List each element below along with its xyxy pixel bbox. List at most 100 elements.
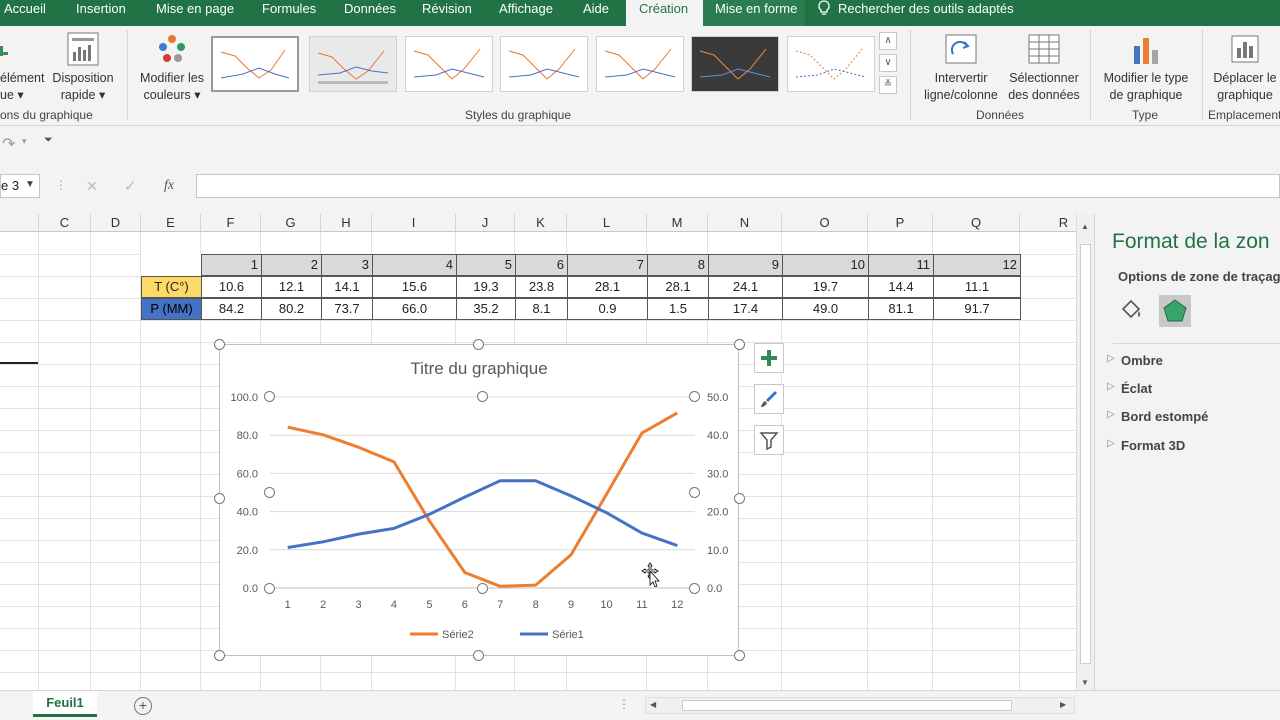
pane-subtitle[interactable]: Options de zone de traçag <box>1118 269 1280 284</box>
table-header-cell[interactable]: 9 <box>708 254 783 276</box>
table-header-cell[interactable]: 4 <box>372 254 457 276</box>
quick-layout-button[interactable]: Disposition rapide ▾ <box>50 32 116 104</box>
column-header-o[interactable]: O <box>782 214 868 232</box>
scroll-left-icon[interactable]: ◀ <box>650 700 656 709</box>
chart-resize-handle[interactable] <box>214 339 225 350</box>
fill-line-tab[interactable] <box>1115 295 1147 327</box>
change-colors-button[interactable]: Modifier les couleurs ▾ <box>135 32 209 104</box>
table-cell[interactable]: 17.4 <box>708 298 783 320</box>
redo-icon[interactable]: ↷ <box>2 134 15 154</box>
horizontal-scrollbar[interactable]: ◀ ▶ <box>645 697 1075 714</box>
namebox-dropdown-icon[interactable]: ▼ <box>25 179 35 190</box>
vertical-scrollbar[interactable]: ▲ ▼ <box>1076 214 1094 690</box>
tab-mise-en-forme[interactable]: Mise en forme <box>703 0 805 26</box>
add-sheet-button[interactable]: + <box>134 697 152 715</box>
table-header-cell[interactable]: 6 <box>515 254 568 276</box>
column-header-l[interactable]: L <box>567 214 647 232</box>
tab-insertion[interactable]: Insertion <box>62 0 142 26</box>
tab-donnees[interactable]: Données <box>330 0 410 26</box>
move-chart-button[interactable]: Déplacer le graphique <box>1208 32 1280 104</box>
change-chart-type-button[interactable]: Modifier le type de graphique <box>1096 32 1196 104</box>
column-header-p[interactable]: P <box>868 214 933 232</box>
table-cell[interactable]: 1.5 <box>647 298 709 320</box>
table-cell[interactable]: 14.4 <box>868 276 934 298</box>
row-label-precipitation[interactable]: P (MM) <box>141 298 202 320</box>
select-data-button[interactable]: Sélectionner des données <box>1004 32 1084 104</box>
formula-input[interactable] <box>196 174 1280 198</box>
tab-affichage[interactable]: Affichage <box>487 0 571 26</box>
table-cell[interactable]: 11.1 <box>933 276 1021 298</box>
chart-style-2[interactable] <box>309 36 397 92</box>
hscroll-thumb[interactable] <box>682 700 1012 711</box>
table-cell[interactable]: 23.8 <box>515 276 568 298</box>
pane-item-bord-estompe[interactable]: ▷ Bord estompé <box>1107 409 1208 424</box>
column-header-e[interactable]: E <box>141 214 201 232</box>
plot-area-handle[interactable] <box>264 391 275 402</box>
table-cell[interactable]: 0.9 <box>567 298 648 320</box>
scroll-thumb[interactable] <box>1080 244 1091 664</box>
pane-item-eclat[interactable]: ▷ Éclat <box>1107 381 1152 396</box>
customize-qat-icon[interactable]: ⏷ <box>44 134 53 147</box>
plot-area-handle[interactable] <box>477 583 488 594</box>
plot-area-handle[interactable] <box>264 583 275 594</box>
insert-function-button[interactable]: fx <box>164 178 174 194</box>
gallery-more[interactable]: ≚ <box>879 76 897 94</box>
column-header-j[interactable]: J <box>456 214 515 232</box>
pane-item-format-3d[interactable]: ▷ Format 3D <box>1107 438 1185 453</box>
tab-creation[interactable]: Création <box>626 0 703 26</box>
chart-style-6[interactable] <box>691 36 779 92</box>
pane-item-ombre[interactable]: ▷ Ombre <box>1107 353 1163 368</box>
chart-style-7[interactable] <box>787 36 875 92</box>
plot-area-handle[interactable] <box>689 391 700 402</box>
table-cell[interactable]: 10.6 <box>201 276 262 298</box>
chart-resize-handle[interactable] <box>734 339 745 350</box>
gallery-scroll-down[interactable]: ∨ <box>879 54 897 72</box>
plot-area-handle[interactable] <box>477 391 488 402</box>
enter-icon[interactable]: ✓ <box>124 177 137 195</box>
chart-filters-button[interactable] <box>754 425 784 455</box>
table-cell[interactable]: 80.2 <box>261 298 322 320</box>
table-cell[interactable]: 35.2 <box>456 298 516 320</box>
chart-resize-handle[interactable] <box>734 650 745 661</box>
table-header-cell[interactable]: 11 <box>868 254 934 276</box>
column-header-f[interactable]: F <box>201 214 261 232</box>
row-label-temperature[interactable]: T (C°) <box>141 276 202 298</box>
table-cell[interactable]: 91.7 <box>933 298 1021 320</box>
table-cell[interactable]: 49.0 <box>782 298 869 320</box>
table-header-cell[interactable]: 2 <box>261 254 322 276</box>
plot-area-handle[interactable] <box>264 487 275 498</box>
plot-area-handle[interactable] <box>689 583 700 594</box>
table-cell[interactable]: 28.1 <box>567 276 648 298</box>
column-header-q[interactable]: Q <box>933 214 1020 232</box>
chart-style-5[interactable] <box>596 36 684 92</box>
chart-resize-handle[interactable] <box>214 650 225 661</box>
add-chart-element-button[interactable]: élément ue ▾ <box>0 32 46 104</box>
table-cell[interactable]: 15.6 <box>372 276 457 298</box>
table-header-cell[interactable]: 1 <box>201 254 262 276</box>
column-header-k[interactable]: K <box>515 214 567 232</box>
column-header-h[interactable]: H <box>321 214 372 232</box>
table-header-cell[interactable]: 12 <box>933 254 1021 276</box>
tell-me-search[interactable]: Rechercher des outils adaptés <box>805 0 1105 26</box>
sheet-tab-feuil1[interactable]: Feuil1 <box>33 691 97 717</box>
chart-resize-handle[interactable] <box>473 650 484 661</box>
chart-resize-handle[interactable] <box>734 493 745 504</box>
tab-mise-en-page[interactable]: Mise en page <box>142 0 248 26</box>
chart-resize-handle[interactable] <box>214 493 225 504</box>
table-cell[interactable]: 66.0 <box>372 298 457 320</box>
table-cell[interactable]: 12.1 <box>261 276 322 298</box>
plot-area-handle[interactable] <box>689 487 700 498</box>
table-cell[interactable]: 84.2 <box>201 298 262 320</box>
column-header-r[interactable]: R <box>1020 214 1076 232</box>
tab-formules[interactable]: Formules <box>248 0 330 26</box>
table-cell[interactable]: 19.7 <box>782 276 869 298</box>
table-header-cell[interactable]: 10 <box>782 254 869 276</box>
column-header-d[interactable]: D <box>91 214 141 232</box>
table-cell[interactable]: 14.1 <box>321 276 373 298</box>
column-header-g[interactable]: G <box>261 214 321 232</box>
tab-revision[interactable]: Révision <box>410 0 487 26</box>
column-header-c[interactable]: C <box>39 214 91 232</box>
table-cell[interactable]: 24.1 <box>708 276 783 298</box>
table-cell[interactable]: 8.1 <box>515 298 568 320</box>
scroll-down-icon[interactable]: ▼ <box>1081 678 1089 687</box>
